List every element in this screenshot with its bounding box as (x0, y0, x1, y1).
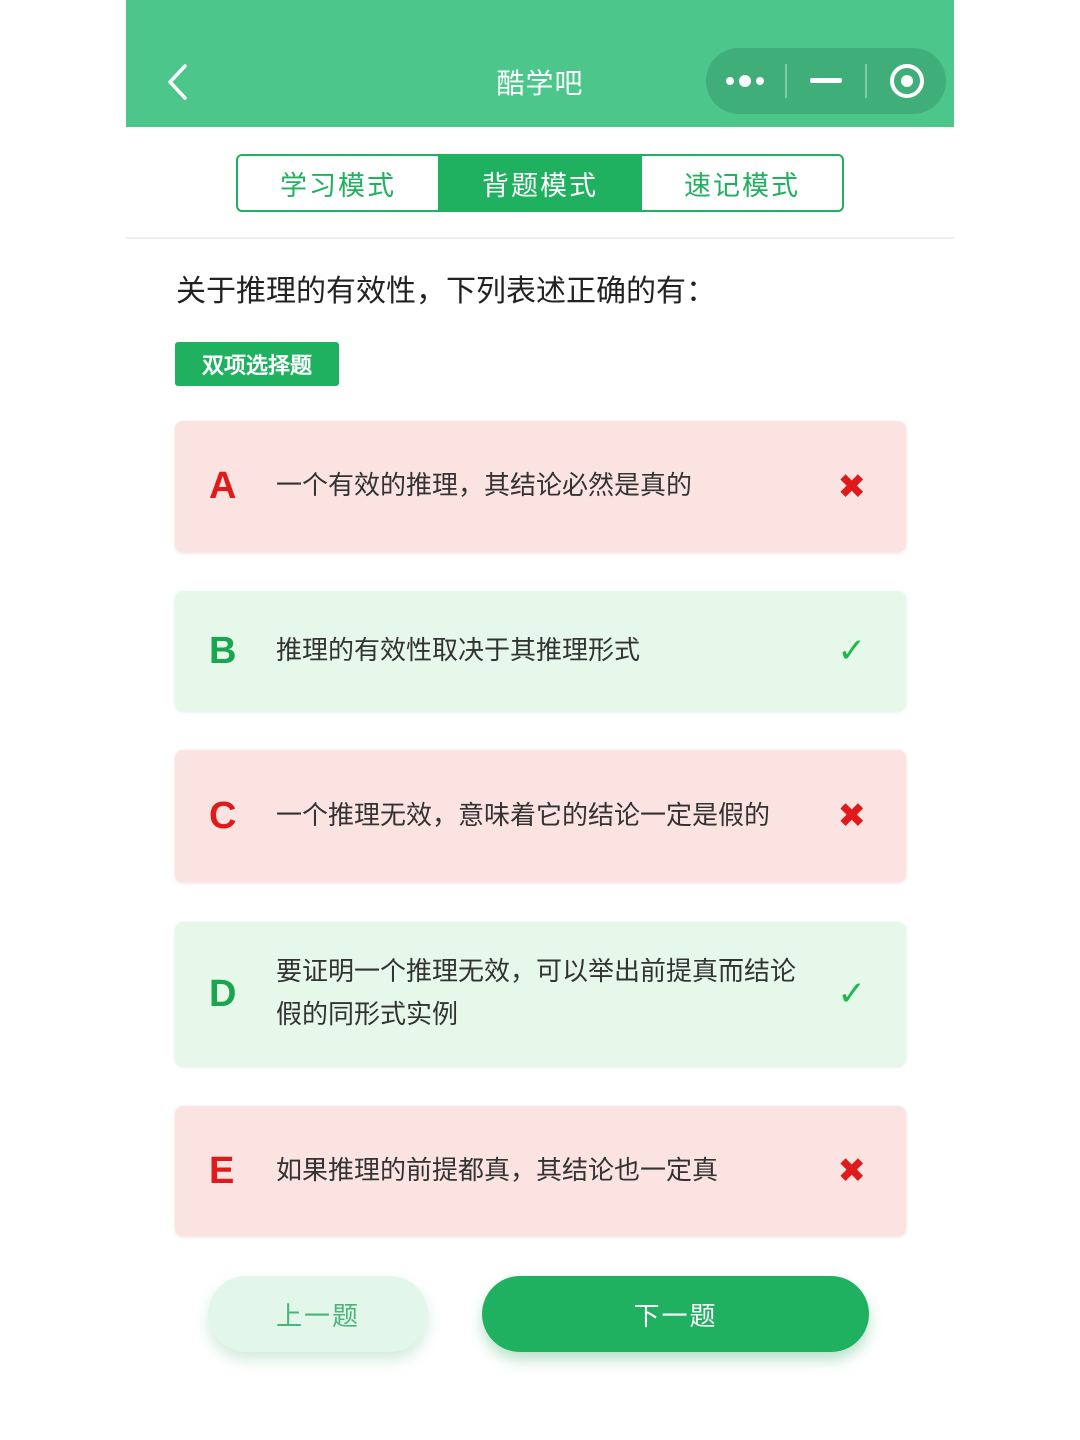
option-c[interactable]: C 一个推理无效，意味着它的结论一定是假的 ✖ (175, 750, 906, 882)
option-e[interactable]: E 如果推理的前提都真，其结论也一定真 ✖ (175, 1106, 906, 1236)
tab-recite-mode[interactable]: 背题模式 (438, 156, 640, 210)
header-bar: 酷学吧 (126, 0, 954, 127)
option-text: 推理的有效性取决于其推理形式 (276, 635, 641, 666)
option-text: 要证明一个推理无效，可以举出前提真而结论假的同形式实例 (276, 957, 797, 1030)
next-question-button[interactable]: 下一题 (482, 1276, 869, 1352)
check-icon: ✓ (837, 631, 867, 671)
more-button[interactable] (706, 48, 785, 114)
minimize-icon (810, 78, 842, 83)
phone-screen: 酷学吧 学习模式 背题模式 速记模式 关于推理的有效性，下列表述正确的有： 双项… (126, 0, 954, 1440)
option-text: 一个推理无效，意味着它的结论一定是假的 (276, 800, 771, 831)
question-text: 关于推理的有效性，下列表述正确的有： (176, 274, 716, 309)
option-text: 如果推理的前提都真，其结论也一定真 (276, 1155, 719, 1186)
tab-quick-memory-mode[interactable]: 速记模式 (640, 156, 842, 210)
option-letter: A (209, 465, 237, 507)
cross-icon: ✖ (837, 796, 867, 836)
question-type-badge: 双项选择题 (175, 342, 339, 386)
close-miniprogram-button[interactable] (867, 48, 946, 114)
option-letter: B (209, 629, 237, 672)
record-target-icon (889, 64, 924, 98)
more-dots-icon (726, 75, 765, 87)
option-b[interactable]: B 推理的有效性取决于其推理形式 ✓ (175, 591, 906, 711)
capsule-menu (706, 48, 946, 114)
minimize-button[interactable] (787, 48, 866, 114)
option-a[interactable]: A 一个有效的推理，其结论必然是真的 ✖ (175, 421, 906, 552)
option-letter: C (209, 794, 237, 837)
previous-question-button[interactable]: 上一题 (208, 1276, 428, 1352)
option-letter: E (209, 1149, 235, 1192)
check-icon: ✓ (837, 974, 867, 1014)
option-letter: D (209, 972, 237, 1015)
option-text: 一个有效的推理，其结论必然是真的 (276, 471, 693, 501)
cross-icon: ✖ (837, 1151, 867, 1191)
option-d[interactable]: D 要证明一个推理无效，可以举出前提真而结论假的同形式实例 ✓ (175, 922, 906, 1066)
mode-tabs-area: 学习模式 背题模式 速记模式 (126, 127, 954, 239)
tab-study-mode[interactable]: 学习模式 (238, 156, 438, 210)
cross-icon: ✖ (837, 466, 867, 507)
mode-tabs: 学习模式 背题模式 速记模式 (236, 154, 844, 212)
